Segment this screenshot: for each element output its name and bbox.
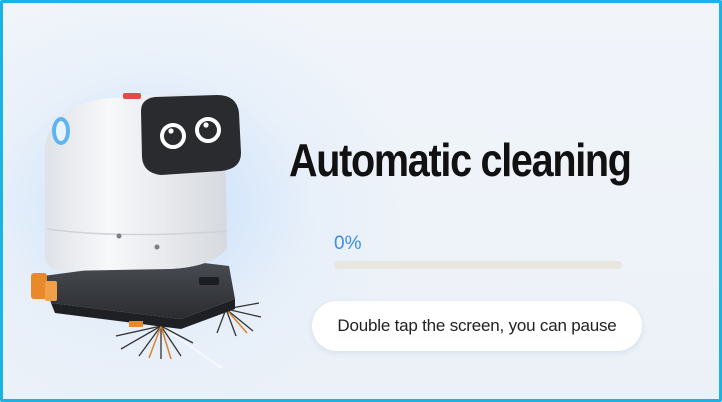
cleaning-robot-illustration (31, 93, 262, 360)
cleaning-screen[interactable]: Automatic cleaning 0% Double tap the scr… (0, 0, 722, 402)
progress-percentage: 0% (334, 233, 362, 254)
progress-bar (334, 261, 622, 269)
pause-hint-pill[interactable]: Double tap the screen, you can pause (312, 301, 642, 351)
page-title: Automatic cleaning (289, 134, 632, 186)
